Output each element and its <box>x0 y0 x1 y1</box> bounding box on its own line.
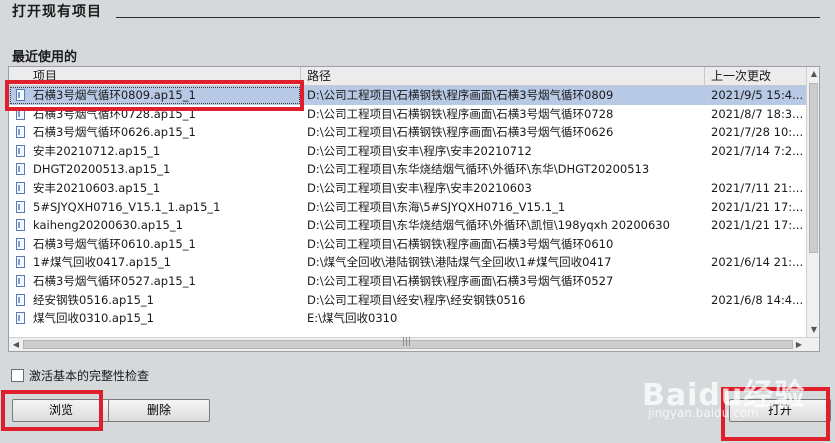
cell-last-modified: 2021/7/11 21:... <box>711 180 804 195</box>
cell-project-path: D:\煤气全回收\港陆钢铁\港陆煤气全回收\1#煤气回收0417 <box>307 255 612 270</box>
table-row[interactable]: 石横3号烟气循环0626.ap15_1 D:\公司工程项目\石横钢铁\程序画面\石… <box>9 123 806 142</box>
table-row[interactable]: 1#煤气回收0417.ap15_1 D:\煤气全回收\港陆钢铁\港陆煤气全回收\1… <box>9 253 806 272</box>
table-row[interactable]: kaiheng20200630.ap15_1 D:\公司工程项目\东华烧结烟气循环… <box>9 216 806 235</box>
vertical-scrollbar[interactable]: ▲ ▼ <box>806 67 819 337</box>
cell-project-path: D:\公司工程项目\东华烧结烟气循环\外循环\东华\DHGT20200513 <box>307 162 650 177</box>
table-row[interactable]: 石横3号烟气循环0610.ap15_1 D:\公司工程项目\石横钢铁\程序画面\石… <box>9 235 806 254</box>
cell-last-modified: 2021/6/14 21:... <box>711 255 804 270</box>
table-row[interactable]: 石横3号烟气循环0809.ap15_1 D:\公司工程项目\石横钢铁\程序画面\石… <box>9 86 806 105</box>
cell-project-path: D:\公司工程项目\石横钢铁\程序画面\石横3号烟气循环0626 <box>307 125 614 140</box>
table-row[interactable]: 经安钢铁0516.ap15_1 D:\公司工程项目\经安\程序\经安钢铁0516 2… <box>9 291 806 310</box>
cell-project-path: D:\公司工程项目\石横钢铁\程序画面\石横3号烟气循环0809 <box>307 88 614 102</box>
horizontal-scroll-thumb[interactable] <box>23 337 793 349</box>
table-row[interactable]: 安丰20210712.ap15_1 D:\公司工程项目\安丰\程序\安丰20210… <box>9 142 806 161</box>
title-divider <box>116 17 820 18</box>
cell-last-modified <box>705 272 806 291</box>
column-header-project[interactable]: 项目 <box>9 67 301 85</box>
horizontal-scrollbar[interactable]: ◀ ▶ <box>9 337 819 351</box>
integrity-check-checkbox[interactable] <box>11 369 24 382</box>
cell-project-path: D:\公司工程项目\安丰\程序\安丰20210603 <box>307 180 532 195</box>
cell-last-modified: 2021/9/5 15:4... <box>711 88 804 102</box>
cell-last-modified <box>705 309 806 328</box>
cell-last-modified: 2021/1/21 17:... <box>711 218 804 233</box>
table-row[interactable]: 5#SJYQXH0716_V15.1_1.ap15_1 D:\公司工程项目\东海\… <box>9 198 806 217</box>
table-row[interactable]: 石横3号烟气循环0527.ap15_1 D:\公司工程项目\石横钢铁\程序画面\石… <box>9 272 806 291</box>
cell-last-modified: 2021/1/21 17:... <box>711 199 804 214</box>
baidu-watermark: Baidu经验 jingyan.baidu.com <box>642 370 805 420</box>
cell-project-path: D:\公司工程项目\石横钢铁\程序画面\石横3号烟气循环0527 <box>307 273 614 288</box>
cell-project-name: kaiheng20200630.ap15_1 <box>33 218 183 233</box>
dialog-title: 打开现有项目 <box>12 4 102 20</box>
table-header: 项目 路径 上一次更改 <box>9 67 806 86</box>
table-rows: 石横3号烟气循环0809.ap15_1 D:\公司工程项目\石横钢铁\程序画面\石… <box>9 86 806 328</box>
cell-project-path: D:\公司工程项目\石横钢铁\程序画面\石横3号烟气循环0610 <box>307 236 614 251</box>
cell-last-modified <box>705 160 806 179</box>
cell-project-name: 石横3号烟气循环0809.ap15_1 <box>9 86 301 105</box>
cell-project-name: 5#SJYQXH0716_V15.1_1.ap15_1 <box>33 199 221 214</box>
recent-projects-table[interactable]: 项目 路径 上一次更改 石横3号烟气循环0809.ap15_1 D:\公司工程项目… <box>8 66 820 352</box>
cell-project-path: D:\公司工程项目\经安\程序\经安钢铁0516 <box>307 292 526 307</box>
scroll-down-icon[interactable]: ▼ <box>807 323 819 337</box>
cell-project-name: 煤气回收0310.ap15_1 <box>33 311 154 326</box>
cell-project-path: D:\公司工程项目\东海\5#SJYQXH0716_V15.1_1 <box>307 199 566 214</box>
cell-project-path: E:\煤气回收0310 <box>307 311 398 326</box>
cell-project-name: 石横3号烟气循环0527.ap15_1 <box>33 273 196 288</box>
cell-project-path: D:\公司工程项目\石横钢铁\程序画面\石横3号烟气循环0728 <box>307 106 614 121</box>
cell-project-path: D:\公司工程项目\安丰\程序\安丰20210712 <box>307 143 532 158</box>
cell-last-modified: 2021/7/14 7:2... <box>711 143 804 158</box>
table-row[interactable]: 石横3号烟气循环0728.ap15_1 D:\公司工程项目\石横钢铁\程序画面\石… <box>9 105 806 124</box>
vertical-scroll-thumb[interactable] <box>809 83 818 253</box>
integrity-check-label: 激活基本的完整性检查 <box>29 369 150 383</box>
cell-project-name: 经安钢铁0516.ap15_1 <box>33 292 154 307</box>
column-header-last-modified[interactable]: 上一次更改 <box>705 67 806 85</box>
cell-project-name: 石横3号烟气循环0728.ap15_1 <box>33 106 196 121</box>
scroll-left-icon[interactable]: ◀ <box>9 338 23 351</box>
cell-project-name: 石横3号烟气循环0626.ap15_1 <box>33 125 196 140</box>
cell-project-name: 石横3号烟气循环0610.ap15_1 <box>33 236 196 251</box>
table-row[interactable]: 煤气回收0310.ap15_1 E:\煤气回收0310 <box>9 309 806 328</box>
cell-last-modified: 2021/6/8 14:4... <box>711 292 804 307</box>
recent-label: 最近使用的 <box>12 50 78 65</box>
cell-project-path: D:\公司工程项目\东华烧结烟气循环\外循环\凯恒\198yqxh 202006… <box>307 218 670 233</box>
cell-project-name: 安丰20210603.ap15_1 <box>33 180 161 195</box>
watermark-url: jingyan.baidu.com <box>648 406 759 420</box>
table-row[interactable]: 安丰20210603.ap15_1 D:\公司工程项目\安丰\程序\安丰20210… <box>9 179 806 198</box>
cell-last-modified: 2021/8/7 18:3... <box>711 106 804 121</box>
cell-last-modified <box>705 235 806 254</box>
scroll-up-icon[interactable]: ▲ <box>807 67 819 81</box>
integrity-check-option[interactable]: 激活基本的完整性检查 <box>11 369 149 383</box>
scroll-right-icon[interactable]: ▶ <box>792 338 806 351</box>
cell-project-name: DHGT20200513.ap15_1 <box>33 162 171 177</box>
cell-project-name: 安丰20210712.ap15_1 <box>33 143 161 158</box>
cell-last-modified: 2021/7/28 10:... <box>711 125 804 140</box>
delete-button[interactable]: 删除 <box>108 399 210 422</box>
column-header-path[interactable]: 路径 <box>301 67 705 85</box>
browse-button[interactable]: 浏览 <box>12 399 110 422</box>
table-row[interactable]: DHGT20200513.ap15_1 D:\公司工程项目\东华烧结烟气循环\外循… <box>9 160 806 179</box>
cell-project-name: 1#煤气回收0417.ap15_1 <box>33 255 171 270</box>
